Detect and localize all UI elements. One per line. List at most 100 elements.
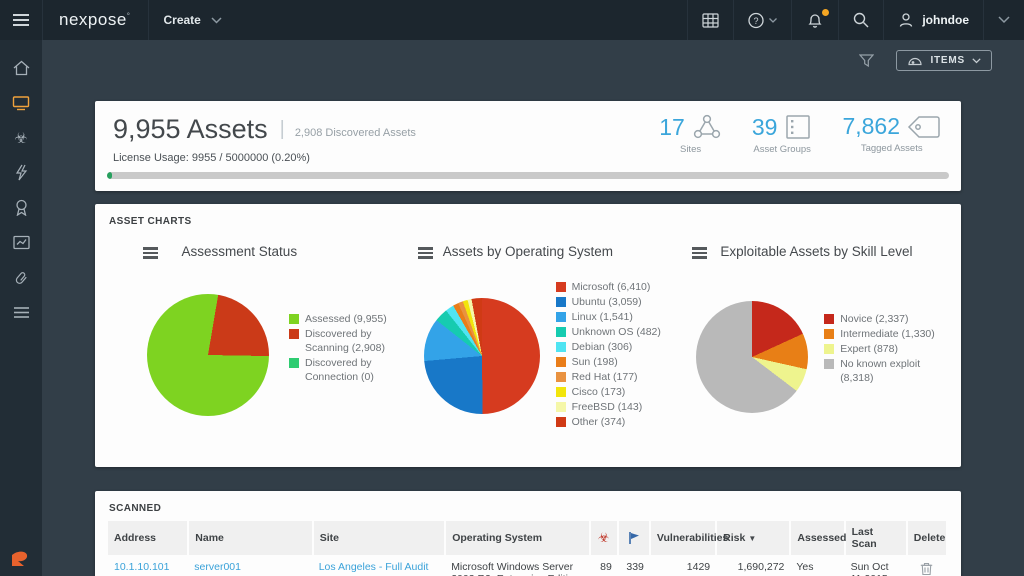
chart-title: Exploitable Assets by Skill Level (720, 244, 912, 259)
table-header-row: Address Name Site Operating System ☣ Vul… (108, 521, 947, 555)
sidebar-item-reports[interactable] (0, 225, 42, 260)
col-malware-kits[interactable]: ☣ (590, 521, 618, 555)
user-icon (898, 12, 914, 28)
legend-item: No known exploit (8,318) (824, 357, 944, 385)
col-address[interactable]: Address (108, 521, 188, 555)
scanned-table-body: 10.1.10.101server001Los Angeles - Full A… (108, 555, 947, 576)
name-link[interactable]: server001 (188, 555, 312, 576)
sidebar-item-certifications[interactable] (0, 190, 42, 225)
delete-button[interactable] (907, 555, 947, 576)
col-exploits[interactable] (618, 521, 650, 555)
license-progress-fill (107, 172, 112, 179)
col-vulnerabilities[interactable]: Vulnerabilities (650, 521, 716, 555)
legend-item: Red Hat (177) (556, 370, 688, 384)
divider: | (280, 118, 285, 141)
address-link[interactable]: 10.1.10.101 (108, 555, 188, 576)
legend-swatch (556, 297, 566, 307)
legend-swatch (556, 372, 566, 382)
chart-menu-icon[interactable] (143, 245, 158, 261)
sidebar-item-assets[interactable] (0, 85, 42, 120)
legend-swatch (556, 357, 566, 367)
user-menu[interactable]: johndoe (883, 0, 983, 40)
legend-swatch (289, 314, 299, 324)
legend-swatch (556, 417, 566, 427)
assessment-status-chart: Assessment Status Assessed (9,955)Discov… (95, 204, 384, 467)
create-button[interactable]: Create (148, 0, 235, 40)
search-icon[interactable] (838, 0, 883, 40)
notification-badge (822, 9, 829, 16)
legend-item: Ubuntu (3,059) (556, 295, 688, 309)
items-icon (907, 56, 923, 66)
malware-count: 89 (590, 555, 618, 576)
pie-assessment-status[interactable] (147, 294, 269, 416)
assessed-cell: Yes (790, 555, 844, 576)
col-last-scan[interactable]: Last Scan (845, 521, 907, 555)
page-toolbar: ITEMS (859, 50, 992, 71)
last-scan-cell: Sun Oct 11 2015 (845, 555, 907, 576)
home-icon (13, 60, 30, 76)
apps-icon[interactable] (687, 0, 733, 40)
notifications-icon[interactable] (791, 0, 838, 40)
exploitable-assets-chart: Exploitable Assets by Skill Level Novice… (672, 204, 961, 467)
scanned-table: Address Name Site Operating System ☣ Vul… (108, 521, 948, 576)
assets-count: 9,955 Assets (113, 114, 268, 145)
license-progress-bar (107, 172, 949, 179)
chart-menu-icon[interactable] (692, 245, 707, 261)
col-operating-system[interactable]: Operating System (445, 521, 590, 555)
chart-legend: Microsoft (6,410)Ubuntu (3,059)Linux (1,… (556, 280, 688, 430)
legend-swatch (556, 342, 566, 352)
col-delete[interactable]: Delete (907, 521, 947, 555)
stat-sites[interactable]: 17 Sites (659, 113, 722, 155)
sidebar-item-vulnerabilities[interactable]: ☣ (0, 120, 42, 155)
stat-asset-groups[interactable]: 39 Asset Groups (752, 113, 813, 155)
legend-swatch (289, 358, 299, 368)
summary-stats: 17 Sites 39 Asset Groups 7,862 Tagged As… (659, 113, 941, 155)
legend-item: Debian (306) (556, 340, 688, 354)
discovered-assets: 2,908 Discovered Assets (295, 127, 416, 139)
legend-item: Expert (878) (824, 342, 944, 356)
legend-swatch (556, 327, 566, 337)
sidebar-item-shared-links[interactable] (0, 260, 42, 295)
col-risk[interactable]: Risk▼ (716, 521, 790, 555)
filter-icon[interactable] (859, 54, 874, 68)
user-chevron-icon[interactable] (983, 0, 1024, 40)
biohazard-icon: ☣ (14, 129, 27, 147)
legend-item: Microsoft (6,410) (556, 280, 688, 294)
menu-icon[interactable] (0, 0, 42, 40)
help-icon[interactable]: ? (733, 0, 791, 40)
nexpose-logo[interactable]: nexpose° (42, 0, 148, 40)
assets-monitor-icon (12, 95, 30, 111)
col-site[interactable]: Site (313, 521, 445, 555)
vulnerability-icon: ☣ (598, 530, 610, 545)
exploit-count: 339 (618, 555, 650, 576)
sort-caret-icon: ▼ (748, 534, 756, 543)
site-link[interactable]: Los Angeles - Full Audit (313, 555, 445, 576)
vulnerabilities-count: 1429 (650, 555, 716, 576)
legend-item: Other (374) (556, 415, 688, 429)
username: johndoe (922, 13, 969, 27)
sidebar-item-administration[interactable] (0, 295, 42, 330)
col-name[interactable]: Name (188, 521, 312, 555)
asset-groups-icon (784, 113, 812, 141)
pie-exploitable-assets[interactable] (696, 301, 808, 413)
items-button[interactable]: ITEMS (896, 50, 992, 71)
chart-legend: Novice (2,337)Intermediate (1,330)Expert… (824, 312, 944, 386)
legend-swatch (289, 329, 299, 339)
list-icon (13, 306, 30, 319)
top-navbar: nexpose° Create ? johndoe (0, 0, 1024, 40)
col-assessed[interactable]: Assessed (790, 521, 844, 555)
sidebar-item-policies[interactable] (0, 155, 42, 190)
chart-menu-icon[interactable] (418, 245, 433, 261)
pie-assets-by-os[interactable] (424, 298, 540, 414)
license-usage: License Usage: 9955 / 5000000 (0.20%) (113, 152, 310, 164)
legend-item: Novice (2,337) (824, 312, 944, 326)
sidebar-item-home[interactable] (0, 50, 42, 85)
policy-lightning-icon (14, 164, 29, 181)
delete-icon (920, 561, 933, 576)
risk-score: 1,690,272 (716, 555, 790, 576)
report-chart-icon (13, 235, 30, 250)
scanned-card: SCANNED Address Name Site Operating Syst… (95, 491, 961, 576)
stat-tagged-assets[interactable]: 7,862 Tagged Assets (842, 113, 941, 155)
rapid7-logo[interactable] (10, 549, 31, 568)
assets-summary-card: 9,955 Assets | 2,908 Discovered Assets L… (95, 101, 961, 191)
